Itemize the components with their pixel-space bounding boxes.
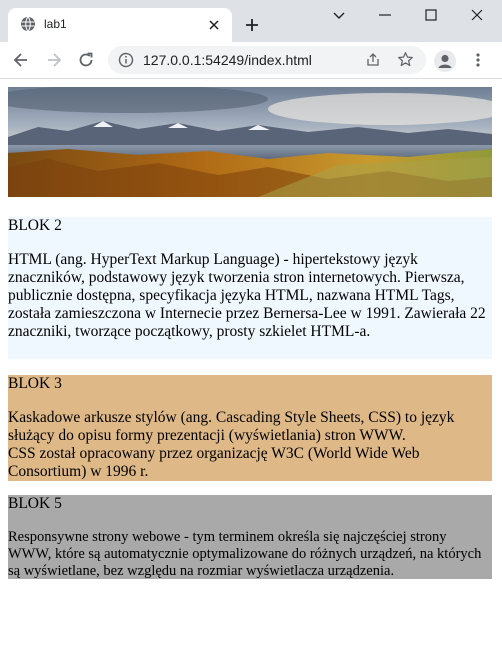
share-icon[interactable] (365, 52, 381, 68)
landscape-image (8, 87, 492, 197)
block-3-title: BLOK 3 (8, 375, 62, 392)
kebab-menu-icon[interactable] (470, 52, 486, 68)
block-5: BLOK 5 Responsywne strony webowe - tym t… (8, 495, 492, 579)
maximize-icon[interactable] (422, 6, 440, 24)
block-2: BLOK 2 HTML (ang. HyperText Markup Langu… (8, 217, 492, 359)
person-icon (438, 54, 452, 68)
window-close-icon[interactable] (468, 6, 486, 24)
block-5-text: Responsywne strony webowe - tym terminem… (8, 529, 482, 579)
info-icon[interactable] (118, 52, 134, 68)
forward-icon[interactable] (45, 51, 63, 69)
back-icon[interactable] (12, 51, 30, 69)
page-viewport: BLOK 2 HTML (ang. HyperText Markup Langu… (0, 79, 502, 651)
block-3: BLOK 3 Kaskadowe arkusze stylów (ang. Ca… (8, 375, 492, 481)
chevron-down-icon[interactable] (330, 6, 348, 24)
reload-icon[interactable] (77, 51, 95, 69)
block-3-text-2: CSS został opracowany przez organizację … (8, 445, 420, 480)
block-2-text: HTML (ang. HyperText Markup Language) - … (8, 251, 486, 340)
address-bar[interactable]: 127.0.0.1:54249/index.html (108, 46, 426, 74)
browser-tab[interactable]: lab1 (8, 8, 232, 42)
minimize-icon[interactable] (376, 6, 394, 24)
browser-toolbar: 127.0.0.1:54249/index.html (0, 42, 502, 79)
tab-strip: lab1 (0, 0, 502, 42)
profile-icon[interactable] (434, 50, 456, 72)
block-2-title: BLOK 2 (8, 217, 62, 234)
plus-icon[interactable] (244, 17, 260, 33)
globe-icon (21, 16, 35, 32)
url-text[interactable]: 127.0.0.1:54249/index.html (143, 52, 312, 68)
star-icon[interactable] (397, 51, 414, 68)
block-5-title: BLOK 5 (8, 495, 62, 512)
block-3-text: Kaskadowe arkusze stylów (ang. Cascading… (8, 409, 455, 444)
tab-title: lab1 (44, 17, 67, 31)
close-icon[interactable] (206, 17, 222, 33)
